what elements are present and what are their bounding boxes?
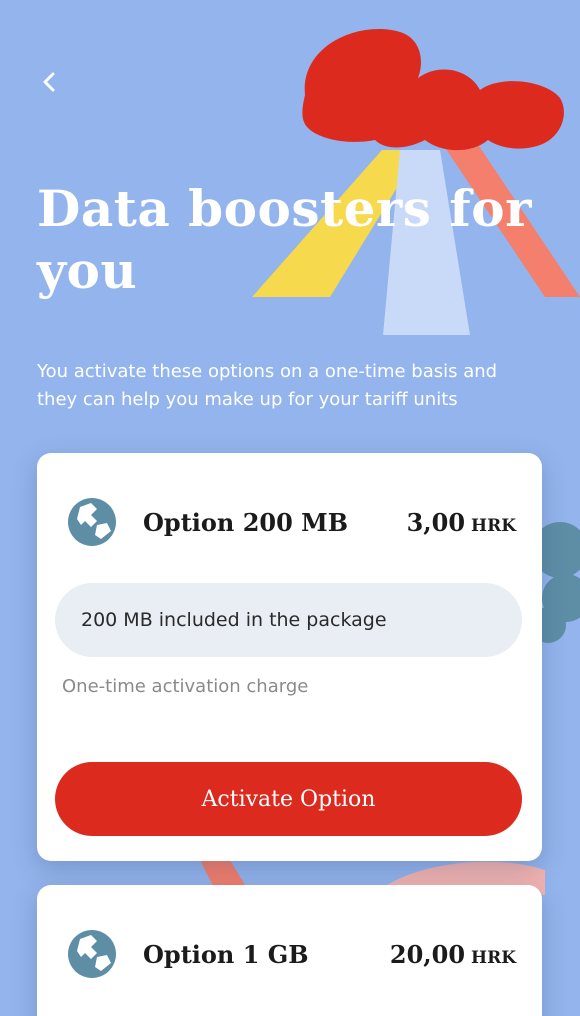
chevron-left-icon bbox=[43, 72, 55, 92]
option-card-header: Option 200 MB 3,00 HRK bbox=[67, 497, 516, 547]
included-info: 200 MB included in the package bbox=[55, 583, 522, 657]
option-name: Option 200 MB bbox=[143, 507, 349, 537]
price-currency: HRK bbox=[471, 515, 516, 536]
price-amount: 20,00 bbox=[389, 939, 466, 969]
option-price: 3,00 HRK bbox=[407, 508, 516, 537]
back-button[interactable] bbox=[30, 62, 70, 102]
charge-note: One-time activation charge bbox=[62, 676, 309, 697]
globe-icon bbox=[68, 498, 116, 546]
option-card-1gb: Option 1 GB 20,00 HRK bbox=[37, 885, 542, 1016]
option-card-header: Option 1 GB 20,00 HRK bbox=[67, 929, 516, 979]
option-name: Option 1 GB bbox=[143, 939, 309, 969]
option-card-200mb: Option 200 MB 3,00 HRK 200 MB included in… bbox=[37, 453, 542, 861]
option-price: 20,00 HRK bbox=[390, 940, 516, 969]
page-subtitle: You activate these options on a one-time… bbox=[37, 361, 498, 410]
activate-option-button[interactable]: Activate Option bbox=[55, 762, 522, 836]
price-amount: 3,00 bbox=[406, 507, 466, 537]
price-currency: HRK bbox=[471, 947, 516, 968]
globe-icon bbox=[68, 930, 116, 978]
page-title: Data boosters for you bbox=[37, 179, 532, 300]
